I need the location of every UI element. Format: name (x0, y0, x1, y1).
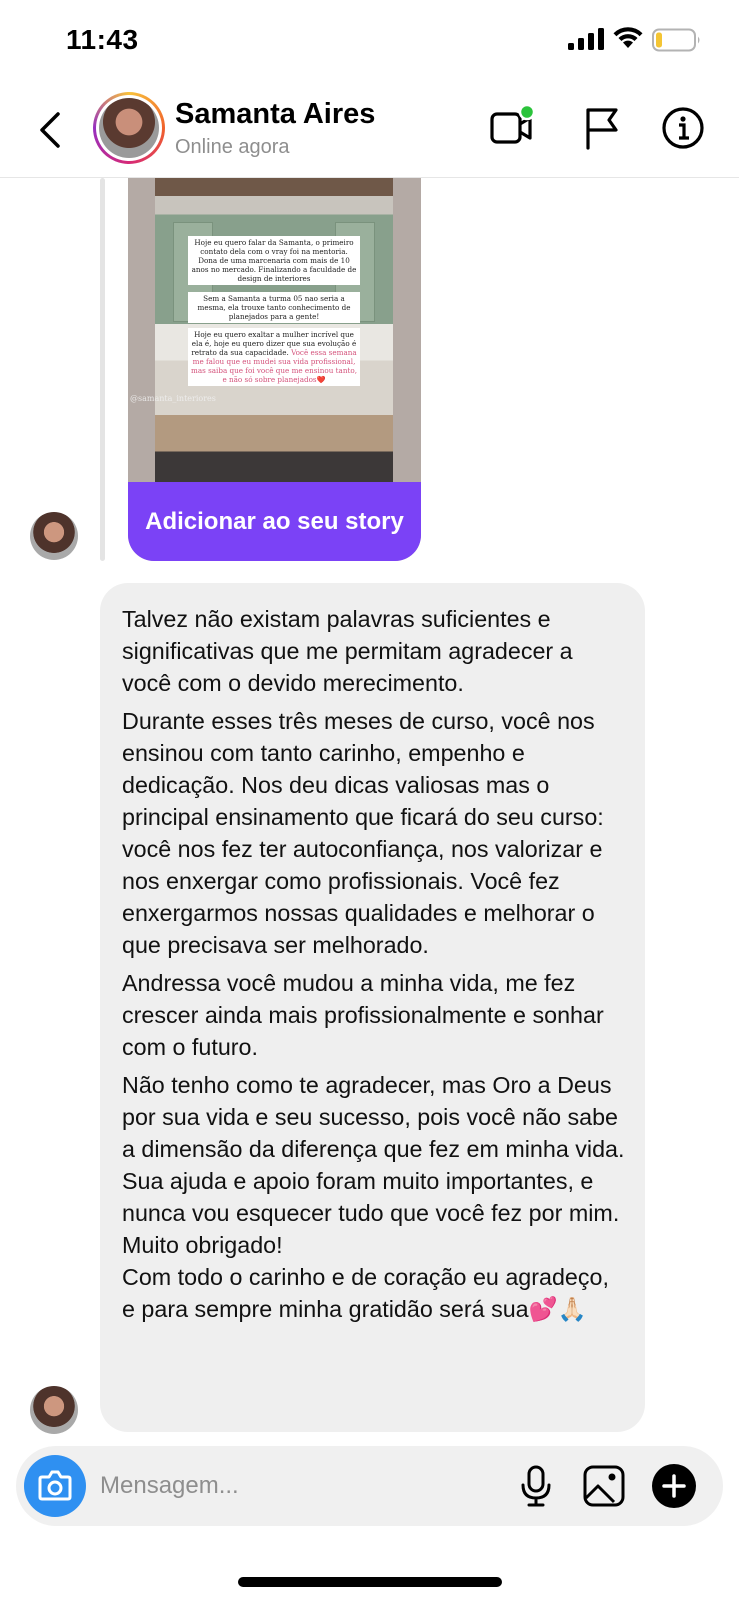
message-paragraph: Andressa você mudou a minha vida, me fez… (122, 970, 604, 1060)
gallery-icon[interactable] (582, 1464, 626, 1508)
avatar-photo (99, 98, 159, 158)
wifi-icon (613, 27, 643, 48)
sender-avatar[interactable] (30, 1386, 78, 1434)
contact-status: Online agora (175, 136, 290, 158)
status-bar: 11:43 (0, 0, 739, 82)
shared-story-card[interactable]: Hoje eu quero falar da Samanta, o primei… (128, 178, 421, 561)
message-paragraph: Não tenho como te agradecer, mas Oro a D… (122, 1072, 625, 1322)
message-bubble[interactable]: Talvez não existam palavras suficientes … (100, 583, 645, 1432)
message-paragraph: Talvez não existam palavras suficientes … (122, 606, 573, 696)
status-time: 11:43 (66, 24, 139, 55)
message-paragraph: Durante esses três meses de curso, você … (122, 708, 604, 958)
story-caption: Hoje eu quero exaltar a mulher incrível … (188, 328, 360, 386)
back-icon[interactable] (34, 106, 66, 154)
camera-icon (38, 1470, 72, 1501)
contact-avatar[interactable] (93, 92, 165, 164)
home-indicator[interactable] (238, 1577, 502, 1587)
story-caption: Sem a Samanta a turma 05 nao seria a mes… (188, 292, 360, 323)
chat-header: Samanta Aires Online agora (0, 82, 739, 178)
info-icon[interactable] (659, 104, 707, 152)
add-to-story-button[interactable]: Adicionar ao seu story (128, 482, 421, 561)
message-composer (16, 1446, 723, 1526)
sender-avatar[interactable] (30, 512, 78, 560)
battery-icon (652, 28, 700, 52)
reply-thread-line (100, 178, 105, 561)
story-caption: Hoje eu quero falar da Samanta, o primei… (188, 236, 360, 285)
cellular-signal-icon (568, 28, 604, 50)
story-handle: @samanta_interiores (130, 394, 216, 403)
contact-name[interactable]: Samanta Aires (175, 98, 375, 131)
flag-icon[interactable] (578, 104, 626, 152)
video-call-icon[interactable] (488, 104, 536, 152)
camera-button[interactable] (24, 1455, 86, 1517)
microphone-icon[interactable] (514, 1464, 558, 1508)
plus-icon[interactable] (651, 1463, 697, 1509)
message-input[interactable] (100, 1464, 420, 1508)
